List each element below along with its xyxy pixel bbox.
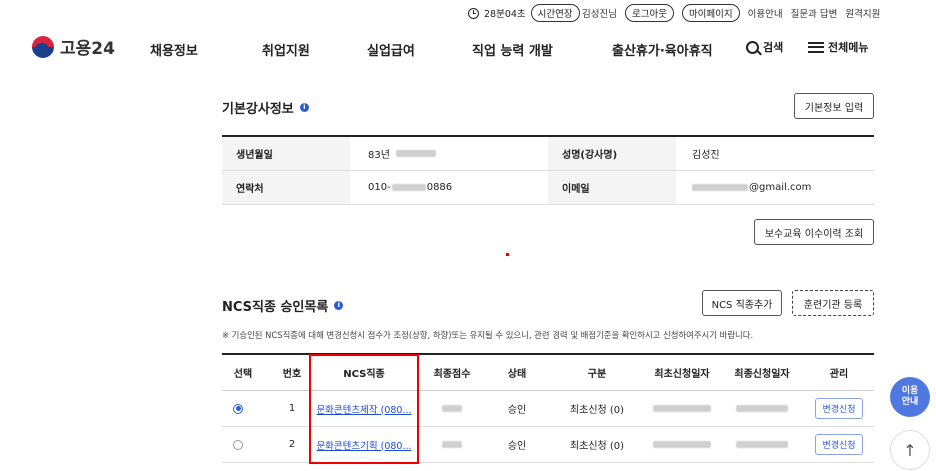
redacted-email xyxy=(692,184,748,191)
row-last-date xyxy=(722,427,802,462)
scroll-top-button[interactable]: ↑ xyxy=(890,430,930,470)
site-logo[interactable]: 고용24 xyxy=(32,34,115,59)
nav-unemployment-benefits[interactable]: 실업급여 xyxy=(367,40,415,59)
utility-bar: 28분04초 시간연장 김성진님 로그아웃 마이페이지 이용안내 질문과 답변 … xyxy=(0,0,936,24)
remote-support-link[interactable]: 원격지원 xyxy=(845,6,880,20)
row-number: 1 xyxy=(288,403,296,414)
nav-vocational-training[interactable]: 직업 능력 개발 xyxy=(472,40,553,59)
arrow-up-icon: ↑ xyxy=(903,440,917,460)
search-icon xyxy=(746,40,759,54)
basic-info-title: 기본강사정보 i xyxy=(222,98,309,117)
basic-info-input-button[interactable]: 기본정보 입력 xyxy=(794,93,874,119)
row-select xyxy=(222,391,254,426)
select-radio[interactable] xyxy=(233,403,243,414)
redacted-phone xyxy=(391,184,426,191)
row-last-date xyxy=(722,391,802,426)
main-header: 고용24 채용정보 취업지원 실업급여 직업 능력 개발 출산휴가·육아휴직 검… xyxy=(0,30,936,70)
redacted-score xyxy=(442,441,462,448)
col-manage: 관리 xyxy=(829,369,849,380)
row-score xyxy=(422,391,482,426)
birth-year: 83년 xyxy=(368,150,390,161)
col-last-date: 최종신청일자 xyxy=(734,369,790,380)
redacted-birthdate xyxy=(395,150,436,157)
all-menu-button[interactable]: 전체메뉴 xyxy=(808,39,868,55)
email-value: @gmail.com xyxy=(692,171,811,204)
ncs-column-highlight xyxy=(309,354,419,464)
taegeuk-logo-icon xyxy=(32,35,54,58)
redacted-date xyxy=(736,405,788,412)
phone-value: 010- 0886 xyxy=(368,171,452,204)
row-type: 최초신청 (0) xyxy=(569,441,625,452)
birth-label: 생년월일 xyxy=(222,137,350,170)
info-icon[interactable]: i xyxy=(334,301,344,310)
row-manage: 변경신청 xyxy=(807,427,871,462)
phone-label: 연락처 xyxy=(222,171,350,204)
col-select: 선택 xyxy=(233,369,253,380)
mypage-button[interactable]: 마이페이지 xyxy=(681,4,740,22)
all-menu-label: 전체메뉴 xyxy=(828,41,869,54)
name-label: 성명(강사명) xyxy=(548,137,676,170)
ncs-title: NCS직종 승인목록 i xyxy=(222,296,344,315)
phone-prefix: 010- xyxy=(368,182,391,193)
basic-info-title-text: 기본강사정보 xyxy=(222,102,294,117)
utility-links: 김성진님 로그아웃 마이페이지 이용안내 질문과 답변 원격지원 xyxy=(582,4,880,22)
col-type: 구분 xyxy=(587,369,607,380)
phone-suffix: 0886 xyxy=(426,182,453,193)
info-icon[interactable]: i xyxy=(299,103,309,112)
session-timer: 28분04초 시간연장 xyxy=(468,4,580,22)
redacted-score xyxy=(442,405,462,412)
change-request-button[interactable]: 변경신청 xyxy=(815,398,863,419)
redacted-date xyxy=(653,405,711,412)
info-row-birth: 생년월일 83년 성명(강사명) 김성진 xyxy=(222,137,874,171)
row-score xyxy=(422,427,482,462)
extend-session-button[interactable]: 시간연장 xyxy=(530,4,580,22)
logo-text: 고용24 xyxy=(60,39,115,59)
row-first-date xyxy=(642,427,722,462)
birth-value: 83년 xyxy=(368,137,436,170)
col-first-date: 최초신청일자 xyxy=(654,369,710,380)
row-select xyxy=(222,427,254,462)
basic-info-table: 생년월일 83년 성명(강사명) 김성진 연락처 010- 0886 이메일 @… xyxy=(222,135,874,205)
training-institution-register-button[interactable]: 훈련기관 등록 xyxy=(792,290,874,316)
select-radio[interactable] xyxy=(233,439,243,450)
row-status: 승인 xyxy=(507,405,527,416)
training-history-button[interactable]: 보수교육 이수이력 조회 xyxy=(754,219,874,245)
guide-line1: 이용 xyxy=(901,386,919,396)
ncs-notice: ※ 기승인된 NCS직종에 대해 변경신청시 점수가 조정(상향, 하향)또는 … xyxy=(222,330,754,340)
user-name: 김성진님 xyxy=(582,9,617,20)
timer-text: 28분04초 xyxy=(484,9,526,20)
redacted-date xyxy=(736,441,788,448)
email-domain: @gmail.com xyxy=(749,182,812,193)
hamburger-icon xyxy=(808,41,824,53)
qna-link[interactable]: 질문과 답변 xyxy=(791,6,838,20)
floating-guide-button[interactable]: 이용 안내 xyxy=(890,377,930,417)
nav-employment-support[interactable]: 취업지원 xyxy=(262,40,310,59)
nav-jobs[interactable]: 채용정보 xyxy=(150,40,198,59)
info-row-contact: 연락처 010- 0886 이메일 @gmail.com xyxy=(222,171,874,205)
row-number: 2 xyxy=(288,439,296,450)
guide-line2: 안내 xyxy=(901,397,919,407)
redacted-date xyxy=(653,441,711,448)
logout-button[interactable]: 로그아웃 xyxy=(624,4,674,22)
ncs-title-text: NCS직종 승인목록 xyxy=(222,300,329,315)
nav-parental-leave[interactable]: 출산휴가·육아휴직 xyxy=(612,40,713,59)
row-manage: 변경신청 xyxy=(807,391,871,426)
email-label: 이메일 xyxy=(548,171,676,204)
row-status: 승인 xyxy=(507,441,527,452)
change-request-button[interactable]: 변경신청 xyxy=(815,434,863,455)
col-number: 번호 xyxy=(282,369,302,380)
row-type: 최초신청 (0) xyxy=(569,405,625,416)
name-value: 김성진 xyxy=(692,150,720,161)
col-status: 상태 xyxy=(507,369,527,380)
guide-link[interactable]: 이용안내 xyxy=(748,6,783,20)
marker-dot xyxy=(506,253,509,256)
clock-icon xyxy=(468,7,479,19)
row-first-date xyxy=(642,391,722,426)
ncs-add-button[interactable]: NCS 직종추가 xyxy=(702,290,782,316)
search-button[interactable]: 검색 xyxy=(746,39,783,55)
col-score: 최종점수 xyxy=(433,369,471,380)
search-label: 검색 xyxy=(763,41,784,54)
